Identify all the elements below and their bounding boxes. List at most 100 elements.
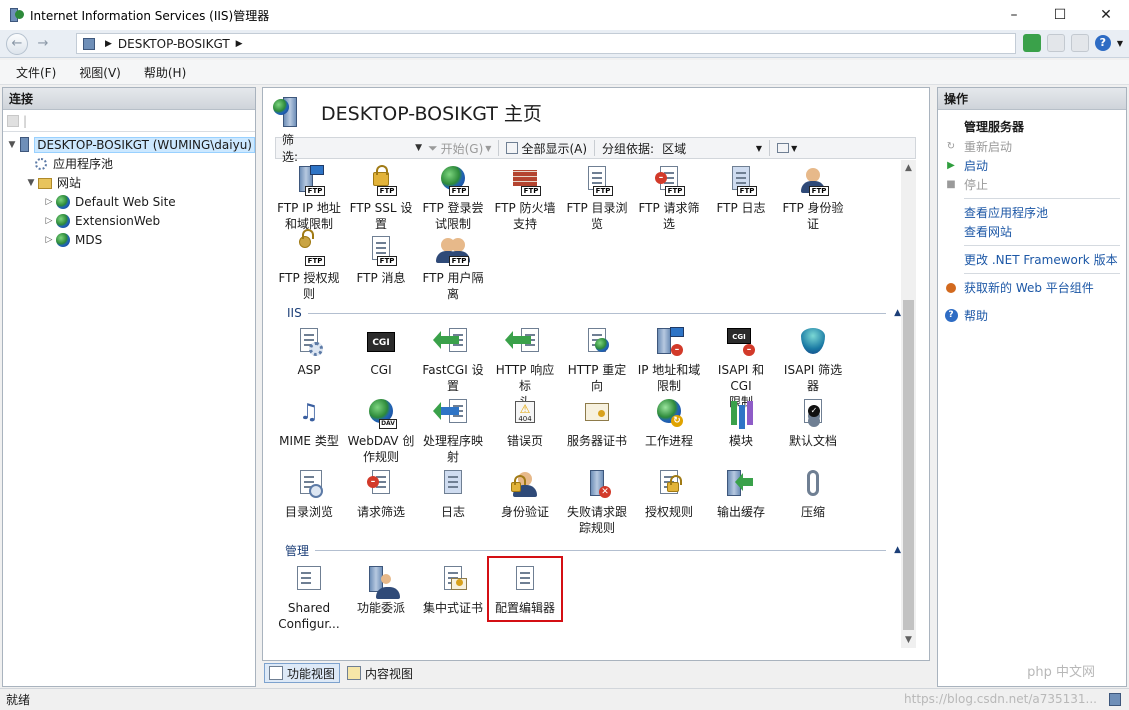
action-get-web-platform-components[interactable]: 获取新的 Web 平台组件 bbox=[938, 278, 1126, 297]
breadcrumb-host[interactable]: DESKTOP-BOSIKGT bbox=[118, 37, 230, 51]
refresh-icon[interactable] bbox=[1022, 34, 1041, 52]
certificate-icon bbox=[581, 397, 613, 429]
show-all-button[interactable]: 全部显示(A) bbox=[502, 140, 591, 157]
feature-ftp-messages[interactable]: FTP FTP 消息 bbox=[347, 234, 415, 286]
expand-arrow-icon[interactable]: ▷ bbox=[43, 235, 55, 245]
authentication-icon bbox=[509, 468, 541, 500]
feature-output-caching[interactable]: 输出缓存 bbox=[707, 468, 775, 520]
feature-isapi-filters[interactable]: ISAPI 筛选器 bbox=[779, 326, 847, 394]
minimize-button[interactable]: – bbox=[991, 0, 1037, 30]
toolbar-divider bbox=[594, 140, 596, 156]
action-start[interactable]: ▶ 启动 bbox=[938, 156, 1126, 175]
feature-request-filtering[interactable]: – 请求筛选 bbox=[347, 468, 415, 520]
expand-arrow-icon[interactable]: ▷ bbox=[43, 216, 55, 226]
tree-site-extension[interactable]: ▷ ExtensionWeb bbox=[3, 211, 255, 230]
feature-default-document[interactable]: 默认文档 bbox=[779, 397, 847, 449]
home-icon[interactable] bbox=[1070, 34, 1089, 52]
window-title: Internet Information Services (IIS)管理器 bbox=[30, 8, 270, 23]
feature-asp[interactable]: ASP bbox=[275, 326, 343, 378]
stop-icon[interactable] bbox=[1046, 34, 1065, 52]
view-mode-button[interactable]: ▼ bbox=[773, 143, 801, 153]
feature-compression[interactable]: 压缩 bbox=[779, 468, 847, 520]
feature-configuration-editor[interactable]: 配置编辑器 bbox=[487, 556, 563, 622]
feature-failed-request-tracing[interactable]: ✕ 失败请求跟 踪规则 bbox=[563, 468, 631, 536]
scroll-down-icon[interactable]: ▼ bbox=[901, 632, 916, 648]
tiles-view-icon bbox=[777, 143, 790, 153]
start-filter-button[interactable]: ⏷ 开始(G) ▼ bbox=[424, 140, 495, 157]
feature-webdav[interactable]: DAV WebDAV 创 作规则 bbox=[347, 397, 415, 465]
action-stop[interactable]: ■ 停止 bbox=[938, 175, 1126, 194]
feature-ftp-firewall[interactable]: FTP FTP 防火墙 支持 bbox=[491, 164, 559, 232]
action-view-sites[interactable]: 查看网站 bbox=[938, 222, 1126, 241]
feature-ftp-ip-restrictions[interactable]: FTP FTP IP 地址 和域限制 bbox=[275, 164, 343, 232]
feature-modules[interactable]: 模块 bbox=[707, 397, 775, 449]
feature-ftp-authentication[interactable]: FTP FTP 身份验 证 bbox=[779, 164, 847, 232]
action-help[interactable]: ? 帮助 bbox=[938, 306, 1126, 325]
menu-view[interactable]: 视图(V) bbox=[71, 64, 129, 81]
feature-directory-browsing[interactable]: 目录浏览 bbox=[275, 468, 343, 520]
section-collapse-icon[interactable]: ▲ bbox=[894, 308, 901, 318]
scroll-up-icon[interactable]: ▲ bbox=[901, 160, 916, 176]
feature-ftp-ssl[interactable]: FTP FTP SSL 设 置 bbox=[347, 164, 415, 232]
collapse-arrow-icon[interactable]: ▼ bbox=[7, 140, 17, 150]
feature-shared-configuration[interactable]: Shared Configur... bbox=[275, 564, 343, 632]
feature-label: FTP IP 地址 bbox=[277, 201, 341, 215]
help-icon[interactable]: ? bbox=[1094, 35, 1111, 51]
feature-ip-restrictions[interactable]: – IP 地址和域 限制 bbox=[635, 326, 703, 394]
feature-label: 作规则 bbox=[362, 450, 399, 464]
action-view-app-pools[interactable]: 查看应用程序池 bbox=[938, 203, 1126, 222]
group-by-select[interactable]: 区域 ▼ bbox=[658, 139, 766, 157]
maximize-button[interactable]: ☐ bbox=[1037, 0, 1083, 30]
feature-centralized-certificates[interactable]: 集中式证书 bbox=[419, 564, 487, 616]
shared-config-icon bbox=[293, 564, 325, 596]
menu-file[interactable]: 文件(F) bbox=[8, 64, 64, 81]
feature-mime-types[interactable]: ♫ MIME 类型 bbox=[275, 397, 343, 449]
action-restart[interactable]: ↻ 重新启动 bbox=[938, 137, 1126, 156]
tree-sites[interactable]: ▼ 网站 bbox=[3, 173, 255, 192]
scrollbar-thumb[interactable] bbox=[903, 300, 914, 630]
modules-icon bbox=[725, 397, 757, 429]
collapse-arrow-icon[interactable]: ▼ bbox=[25, 178, 37, 188]
feature-authentication[interactable]: 身份验证 bbox=[491, 468, 559, 520]
tree-app-pools[interactable]: 应用程序池 bbox=[3, 154, 255, 173]
close-button[interactable]: ✕ bbox=[1083, 0, 1129, 30]
feature-fastcgi[interactable]: FastCGI 设 置 bbox=[419, 326, 487, 394]
feature-label: Configur... bbox=[278, 617, 340, 631]
feature-ftp-authorization[interactable]: FTP FTP 授权规 则 bbox=[275, 229, 343, 302]
tab-features-view[interactable]: 功能视图 bbox=[264, 663, 341, 683]
feature-ftp-directory-browsing[interactable]: FTP FTP 目录浏 览 bbox=[563, 164, 631, 232]
start-filter-label: 开始(G) bbox=[440, 141, 484, 156]
feature-label: FTP 用户隔 bbox=[422, 271, 484, 285]
feature-authorization-rules[interactable]: 授权规则 bbox=[635, 468, 703, 520]
feature-error-pages[interactable]: 404 错误页 bbox=[491, 392, 559, 449]
feature-worker-processes[interactable]: ↻ 工作进程 bbox=[635, 397, 703, 449]
feature-logging[interactable]: 日志 bbox=[419, 468, 487, 520]
feature-ftp-request-filtering[interactable]: – FTP FTP 请求筛 选 bbox=[635, 164, 703, 232]
feature-ftp-logon-attempt[interactable]: FTP FTP 登录尝 试限制 bbox=[419, 164, 487, 232]
forward-button[interactable]: → bbox=[32, 33, 54, 55]
feature-label: 则 bbox=[302, 287, 315, 301]
feature-delegation[interactable]: 功能委派 bbox=[347, 564, 415, 616]
section-collapse-icon[interactable]: ▲ bbox=[894, 545, 901, 555]
vertical-scrollbar[interactable]: ▲ ▼ bbox=[901, 160, 916, 648]
menu-help[interactable]: 帮助(H) bbox=[136, 64, 194, 81]
tree-site-default[interactable]: ▷ Default Web Site bbox=[3, 192, 255, 211]
expand-arrow-icon[interactable]: ▷ bbox=[43, 197, 55, 207]
action-change-dotnet-version[interactable]: 更改 .NET Framework 版本 bbox=[938, 250, 1126, 269]
filter-input[interactable]: ▼ bbox=[310, 139, 424, 157]
back-button[interactable]: ← bbox=[6, 32, 28, 55]
tab-content-view[interactable]: 内容视图 bbox=[342, 663, 418, 683]
feature-label: 览 bbox=[590, 217, 603, 231]
action-label: 获取新的 Web 平台组件 bbox=[964, 281, 1094, 295]
feature-handler-mappings[interactable]: 处理程序映 射 bbox=[419, 397, 487, 465]
feature-ftp-logging[interactable]: FTP FTP 日志 bbox=[707, 164, 775, 216]
feature-http-redirect[interactable]: HTTP 重定向 bbox=[563, 326, 631, 394]
feature-cgi[interactable]: CGI CGI bbox=[347, 326, 415, 378]
connect-icon[interactable] bbox=[7, 114, 19, 127]
feature-ftp-user-isolation[interactable]: FTP FTP 用户隔 离 bbox=[419, 234, 487, 302]
tree-server[interactable]: ▼ DESKTOP-BOSIKGT (WUMING\daiyu) bbox=[3, 135, 255, 154]
tree-site-mds[interactable]: ▷ MDS bbox=[3, 230, 255, 249]
feature-server-certificates[interactable]: 服务器证书 bbox=[563, 397, 631, 449]
help-dropdown-icon[interactable]: ▼ bbox=[1117, 39, 1123, 48]
address-bar[interactable]: ▶ DESKTOP-BOSIKGT ▶ bbox=[76, 33, 1016, 54]
